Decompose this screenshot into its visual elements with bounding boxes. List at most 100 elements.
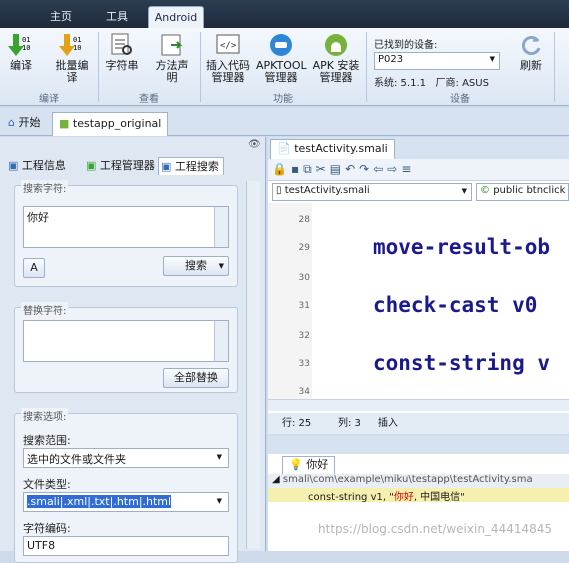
code-line[interactable]: move-result-ob bbox=[373, 235, 550, 259]
method-decl-button[interactable]: 方法声明 bbox=[150, 32, 194, 84]
replace-input-scrollbar[interactable] bbox=[214, 321, 228, 361]
tab-test-activity-label: testActivity.smali bbox=[294, 142, 388, 155]
results-header bbox=[268, 436, 569, 454]
file-combo[interactable]: ▯ testActivity.smali ▼ bbox=[272, 183, 472, 201]
insert-code-manager-button[interactable]: </> 插入代码管理器 bbox=[204, 32, 252, 84]
chevron-down-icon: ▼ bbox=[461, 187, 467, 195]
batch-compile-icon: 01 10 bbox=[59, 32, 85, 58]
android-icon: ■ bbox=[59, 117, 70, 130]
manager-icon: ▣ bbox=[86, 159, 97, 172]
refresh-icon bbox=[518, 32, 544, 58]
replace-group-title: 替换字符: bbox=[21, 302, 69, 317]
scope-select[interactable]: 选中的文件或文件夹 ▼ bbox=[23, 448, 229, 468]
group-label-functions: 功能 bbox=[273, 94, 293, 105]
replace-all-button[interactable]: 全部替换 bbox=[163, 368, 229, 388]
file-type-select-value: .smali|.xml|.txt|.htm|.html bbox=[27, 495, 172, 508]
document-tab-bar: ⌂ 开始 ■ testapp_original bbox=[0, 108, 569, 136]
back-icon[interactable]: ⇦ bbox=[373, 162, 387, 176]
tab-project[interactable]: ■ testapp_original bbox=[52, 112, 169, 136]
options-group-title: 搜索选项: bbox=[21, 408, 69, 423]
code-tag-icon: </> bbox=[215, 32, 241, 58]
compile-icon: 01 10 bbox=[8, 32, 34, 58]
ribbon-tab-bar: 主页 工具 Android bbox=[0, 0, 569, 28]
tab-android[interactable]: Android bbox=[148, 6, 204, 28]
copy-icon[interactable]: ⧉ bbox=[303, 162, 316, 176]
result-match-prefix: const-string v1, " bbox=[308, 492, 394, 502]
format-icon[interactable]: ≡ bbox=[401, 162, 415, 176]
bulb-icon: 💡 bbox=[289, 458, 303, 471]
editor-toolbar: 🔒▪⧉✂▤↶↷⇦⇨≡ bbox=[268, 159, 569, 181]
strings-button[interactable]: 字符串 bbox=[102, 32, 142, 72]
cut-icon[interactable]: ✂ bbox=[316, 162, 330, 176]
refresh-label: 刷新 bbox=[520, 59, 542, 72]
tab-start[interactable]: ⌂ 开始 bbox=[2, 112, 46, 136]
apktool-manager-button[interactable]: APKTOOL管理器 bbox=[256, 32, 307, 84]
redo-icon[interactable]: ↷ bbox=[359, 162, 373, 176]
tab-project-info[interactable]: ▣ 工程信息 bbox=[6, 157, 82, 175]
line-number: 32 bbox=[298, 331, 310, 341]
code-editor: 📄 testActivity.smali 🔒▪⧉✂▤↶↷⇦⇨≡ ▯ testAc… bbox=[268, 137, 569, 434]
tab-home[interactable]: 主页 bbox=[40, 6, 82, 28]
left-panel-scrollbar[interactable] bbox=[246, 181, 260, 549]
encoding-select[interactable]: UTF8 bbox=[23, 536, 229, 556]
search-input-scrollbar[interactable] bbox=[214, 207, 228, 247]
divider bbox=[366, 32, 367, 102]
scope-select-value: 选中的文件或文件夹 bbox=[27, 453, 126, 466]
project-search-panel: 👁 ▣ 工程信息 ▣ 工程管理器 ▣ 工程搜索 搜索字符: 你好 A 搜索 ▼ … bbox=[0, 137, 266, 563]
lock-icon[interactable]: 🔒 bbox=[272, 162, 291, 176]
method-combo[interactable]: © public btnclick bbox=[476, 183, 569, 201]
forward-icon[interactable]: ⇨ bbox=[387, 162, 401, 176]
result-match-suffix: , 中国电信" bbox=[413, 492, 465, 502]
tab-test-activity[interactable]: 📄 testActivity.smali bbox=[270, 139, 395, 159]
results-tab[interactable]: 💡 你好 bbox=[282, 456, 336, 474]
compile-button[interactable]: 01 10 编译 bbox=[4, 32, 38, 72]
results-tab-label: 你好 bbox=[306, 458, 329, 471]
apk-install-manager-label: APK 安装管理器 bbox=[312, 59, 360, 84]
batch-compile-button[interactable]: 01 10 批量编译 bbox=[50, 32, 94, 84]
horizontal-scrollbar[interactable] bbox=[268, 399, 569, 411]
replace-input[interactable] bbox=[23, 320, 229, 362]
search-group: 搜索字符: 你好 A 搜索 ▼ bbox=[14, 180, 238, 287]
collapse-icon: ◢ bbox=[272, 474, 280, 485]
paste-icon[interactable]: ▤ bbox=[330, 162, 345, 176]
tab-project-manager[interactable]: ▣ 工程管理器 bbox=[84, 157, 156, 175]
encoding-select-value: UTF8 bbox=[27, 539, 56, 552]
search-input[interactable]: 你好 bbox=[23, 206, 229, 248]
tab-tools[interactable]: 工具 bbox=[96, 6, 138, 28]
tab-project-search[interactable]: ▣ 工程搜索 bbox=[158, 157, 224, 175]
apk-install-manager-button[interactable]: APK 安装管理器 bbox=[310, 32, 362, 84]
divider bbox=[554, 32, 555, 102]
result-file-row[interactable]: ◢ smali\com\example\miku\testapp\testAct… bbox=[268, 474, 569, 488]
font-icon[interactable]: A bbox=[23, 258, 45, 278]
editor-tab-bar: 📄 testActivity.smali bbox=[268, 137, 569, 159]
file-type-select[interactable]: .smali|.xml|.txt|.htm|.html ▼ bbox=[23, 492, 229, 512]
svg-text:10: 10 bbox=[22, 44, 30, 52]
file-icon: ▯ bbox=[276, 185, 282, 196]
undo-icon[interactable]: ↶ bbox=[345, 162, 359, 176]
svg-text:</>: </> bbox=[220, 41, 237, 51]
search-button-label: 搜索 bbox=[185, 259, 207, 272]
code-line[interactable]: check-cast v0 bbox=[373, 293, 537, 317]
save-icon[interactable]: ▪ bbox=[291, 162, 303, 176]
file-icon: 📄 bbox=[277, 142, 291, 155]
chevron-down-icon: ▼ bbox=[216, 453, 222, 461]
group-label-device: 设备 bbox=[450, 94, 470, 105]
device-select[interactable]: P023 ▼ bbox=[374, 52, 500, 70]
info-icon: ▣ bbox=[8, 159, 19, 172]
refresh-button[interactable]: 刷新 bbox=[512, 32, 550, 72]
chevron-down-icon: ▼ bbox=[218, 262, 224, 270]
search-icon: ▣ bbox=[161, 160, 172, 173]
chevron-down-icon: ▼ bbox=[489, 55, 495, 63]
method-decl-icon bbox=[159, 32, 185, 58]
status-col: 列: 3 bbox=[338, 418, 361, 429]
code-line[interactable]: const-string v bbox=[373, 351, 550, 375]
group-label-view: 查看 bbox=[139, 94, 159, 105]
strings-label: 字符串 bbox=[105, 59, 139, 72]
result-match-row[interactable]: const-string v1, "你好, 中国电信" bbox=[268, 488, 569, 502]
result-match-hit: 你好 bbox=[393, 492, 414, 502]
eye-icon[interactable]: 👁 bbox=[248, 139, 261, 150]
file-type-label: 文件类型: bbox=[23, 478, 71, 491]
watermark: https://blog.csdn.net/weixin_44414845 bbox=[318, 522, 553, 536]
line-number: 29 bbox=[298, 243, 310, 253]
search-button[interactable]: 搜索 ▼ bbox=[163, 256, 229, 276]
